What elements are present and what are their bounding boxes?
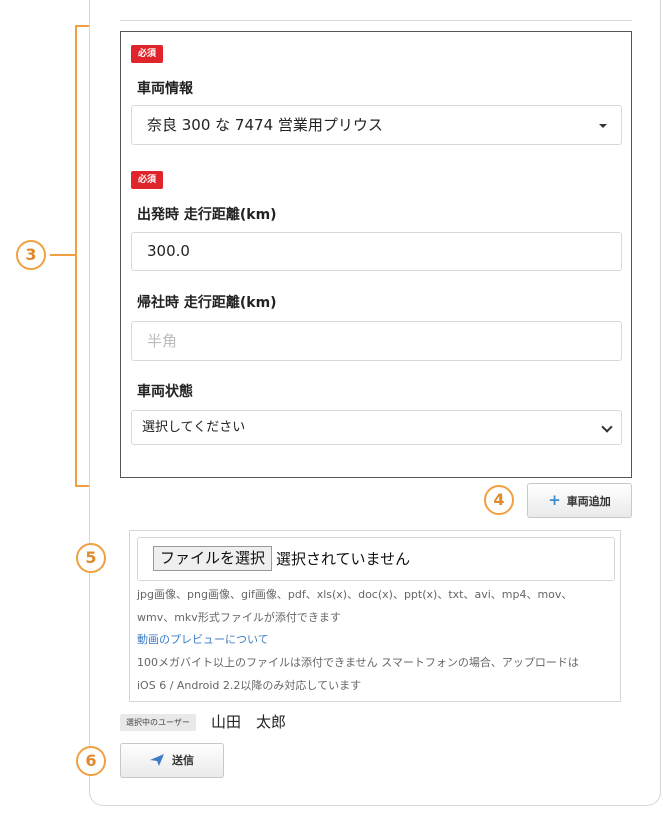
no-file-text: 選択されていません (276, 550, 411, 568)
file-note-formats-2: wmv、mkv形式ファイルが添付できます (137, 611, 341, 624)
return-mileage-input[interactable]: 半角 (131, 321, 622, 361)
file-upload-area: ファイルを選択 選択されていません jpg画像、png画像、gif画像、pdf、… (129, 530, 621, 702)
departure-mileage-value: 300.0 (147, 242, 190, 260)
vehicle-panel: 必須 車両情報 奈良 300 な 7474 営業用プリウス 必須 出発時 走行距… (120, 31, 632, 478)
selected-user-badge: 選択中のユーザー (120, 714, 196, 731)
vehicle-status-select[interactable]: 選択してください (131, 410, 622, 445)
file-input[interactable]: ファイルを選択 選択されていません (137, 537, 615, 581)
callout-4: 4 (484, 485, 514, 515)
choose-file-button[interactable]: ファイルを選択 (153, 546, 273, 571)
callout-5: 5 (76, 543, 106, 573)
callout-6: 6 (76, 746, 106, 776)
vehicle-select-value: 奈良 300 な 7474 営業用プリウス (147, 116, 383, 134)
return-mileage-label: 帰社時 走行距離(km) (137, 295, 277, 311)
file-note-formats: jpg画像、png画像、gif画像、pdf、xls(x)、doc(x)、ppt(… (137, 588, 573, 601)
departure-mileage-label: 出発時 走行距離(km) (137, 207, 277, 223)
send-icon (150, 754, 164, 766)
required-badge: 必須 (131, 171, 164, 189)
vehicle-info-label: 車両情報 (137, 81, 193, 97)
vehicle-status-label: 車両状態 (137, 384, 193, 400)
file-note-size: 100メガバイト以上のファイルは添付できません スマートフォンの場合、アップロー… (137, 656, 579, 669)
caret-down-icon (599, 124, 607, 128)
vehicle-status-value: 選択してください (142, 420, 246, 435)
bracket-connector (50, 254, 75, 256)
return-mileage-placeholder: 半角 (147, 332, 178, 350)
departure-mileage-input[interactable]: 300.0 (131, 232, 622, 271)
divider (120, 20, 632, 21)
file-note-support: iOS 6 / Android 2.2以降のみ対応しています (137, 679, 362, 692)
vehicle-select[interactable]: 奈良 300 な 7474 営業用プリウス (131, 105, 622, 145)
video-preview-link[interactable]: 動画のプレビューについて (137, 631, 269, 647)
required-badge: 必須 (131, 45, 164, 63)
add-vehicle-button[interactable]: + 車両追加 (527, 483, 632, 518)
chevron-down-icon (601, 421, 613, 433)
section-bracket (75, 25, 89, 487)
add-vehicle-label: 車両追加 (566, 495, 611, 508)
submit-button[interactable]: 送信 (120, 743, 224, 778)
callout-3: 3 (16, 240, 46, 270)
submit-label: 送信 (172, 754, 194, 767)
selected-user-name: 山田 太郎 (211, 713, 287, 731)
plus-icon: + (548, 491, 561, 509)
